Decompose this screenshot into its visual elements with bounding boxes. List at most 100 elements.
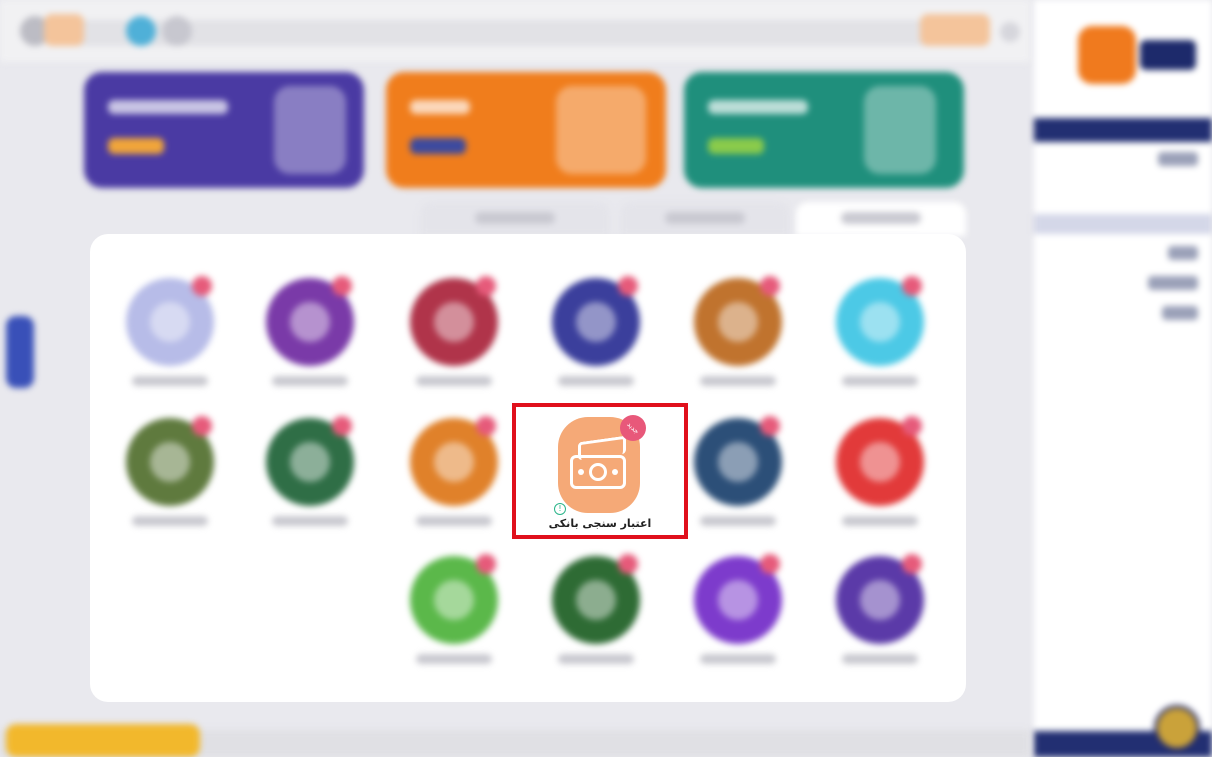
banner-button[interactable] [410,138,466,154]
app-tile[interactable] [124,416,216,526]
app-icon[interactable] [836,276,924,366]
app-icon[interactable] [694,416,782,506]
app-tile-bank-credit[interactable]: جدید ! اعتبار سنجی بانکی [516,407,684,535]
app-tile[interactable] [550,276,642,386]
app-label [842,376,918,386]
sidebar-header [1034,118,1212,142]
tab[interactable] [420,202,610,236]
app-glyph-icon [576,302,616,342]
app-tile[interactable] [834,276,926,386]
app-glyph-icon [860,302,900,342]
app-icon[interactable] [694,554,782,644]
app-tile[interactable] [264,416,356,526]
new-badge [902,276,922,296]
app-icon[interactable] [266,416,354,506]
app-glyph-icon [718,580,758,620]
app-tile[interactable] [408,276,500,386]
banner-title [108,100,228,114]
tab[interactable] [620,202,790,236]
banner-button[interactable] [708,138,764,154]
new-badge [902,416,922,436]
app-glyph-icon [290,302,330,342]
sidebar-item[interactable] [1158,152,1198,166]
banner-illustration [556,86,646,174]
app-icon[interactable] [836,554,924,644]
bottom-chip[interactable] [6,724,200,757]
app-tile[interactable] [408,554,500,664]
app-label [558,376,634,386]
app-label [272,376,348,386]
new-badge [618,554,638,574]
promo-banner[interactable] [684,72,964,188]
side-handle[interactable] [6,316,34,388]
app-icon[interactable] [410,276,498,366]
notification-chip[interactable] [44,14,84,46]
app-glyph-icon [150,442,190,482]
app-tile[interactable] [834,416,926,526]
sidebar-item[interactable] [1168,246,1198,260]
info-icon[interactable]: ! [554,503,566,515]
sidebar-item[interactable] [1162,306,1198,320]
app-label [700,516,776,526]
app-label: اعتبار سنجی بانکی [548,517,652,530]
account-chip[interactable] [920,14,990,46]
new-badge [332,416,352,436]
app-icon[interactable] [552,554,640,644]
new-badge [476,276,496,296]
app-label [132,376,208,386]
app-tile[interactable] [692,276,784,386]
logo-wordmark [1140,40,1196,70]
new-badge [618,276,638,296]
sidebar-item[interactable] [1148,276,1198,290]
highlight-box: جدید ! اعتبار سنجی بانکی [512,403,688,539]
new-badge [760,554,780,574]
app-glyph-icon [434,580,474,620]
app-icon[interactable] [266,276,354,366]
app-tile[interactable] [692,554,784,664]
app-icon[interactable] [836,416,924,506]
top-bar [0,0,1030,62]
search-bar[interactable] [60,20,980,46]
app-glyph-icon [576,580,616,620]
app-label [416,376,492,386]
app-label [416,516,492,526]
app-label [416,654,492,664]
app-label [272,516,348,526]
app-tile[interactable] [692,416,784,526]
app-tile[interactable] [834,554,926,664]
banner-title [410,100,470,114]
sidebar [1034,0,1212,757]
app-label [132,516,208,526]
app-icon[interactable] [126,276,214,366]
app-tile[interactable] [408,416,500,526]
settings-icon[interactable] [162,16,192,46]
app-glyph-icon [718,302,758,342]
app-glyph-icon [434,442,474,482]
app-tile[interactable] [264,276,356,386]
tab-active[interactable] [796,202,966,236]
sidebar-item-selected[interactable] [1034,214,1212,234]
app-icon[interactable] [126,416,214,506]
promo-banner[interactable] [386,72,666,188]
new-badge [332,276,352,296]
banknote-icon [570,455,626,489]
app-icon[interactable] [126,16,156,46]
app-glyph-icon [860,442,900,482]
app-glyph-icon [434,302,474,342]
logo [1070,20,1200,92]
promo-banner[interactable] [84,72,364,188]
app-label [558,654,634,664]
app-tile[interactable] [124,276,216,386]
app-icon[interactable] [410,554,498,644]
chevron-icon[interactable] [1000,22,1020,42]
app-icon[interactable] [410,416,498,506]
app-icon[interactable] [694,276,782,366]
new-badge [476,554,496,574]
app-icon[interactable] [552,276,640,366]
app-label [700,654,776,664]
new-badge [902,554,922,574]
app-label [700,376,776,386]
tab-label [841,212,921,224]
banner-button[interactable] [108,138,164,154]
app-tile[interactable] [550,554,642,664]
